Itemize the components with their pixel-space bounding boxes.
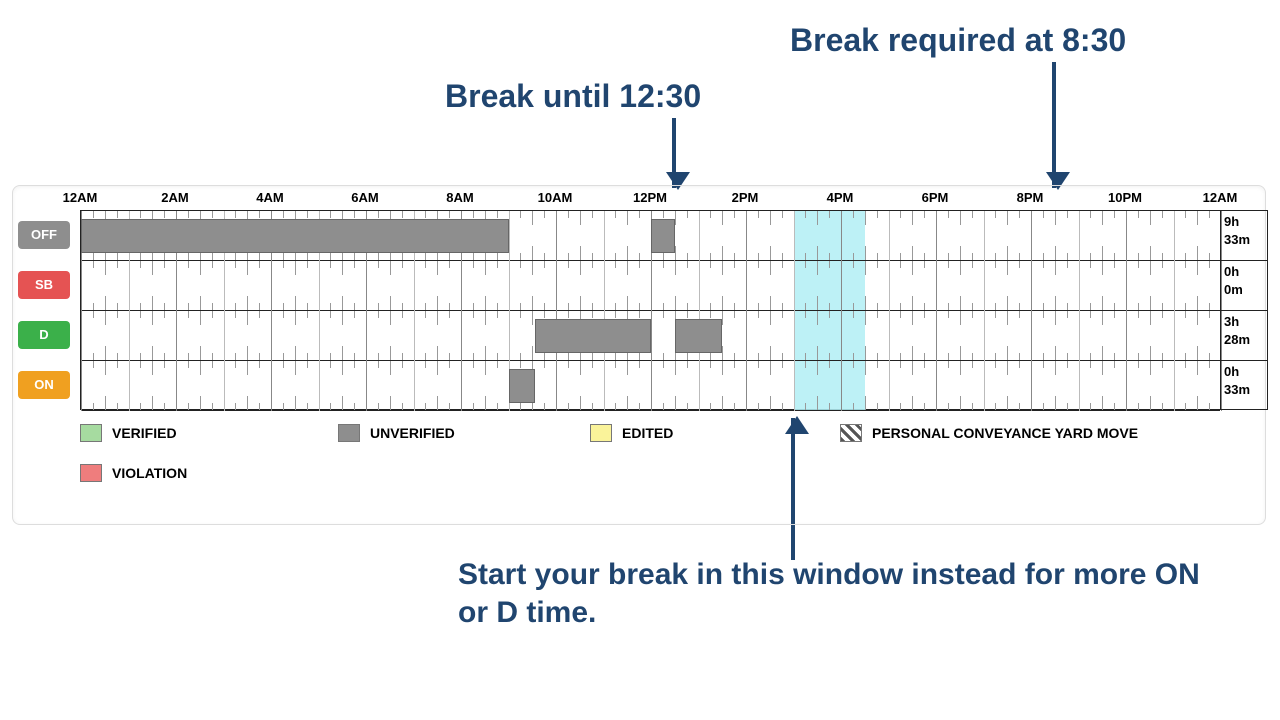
- total-d: 3h28m: [1221, 311, 1267, 361]
- legend-edited: EDITED: [590, 424, 673, 442]
- legend-verified: VERIFIED: [80, 424, 177, 442]
- hour-label: 10PM: [1108, 190, 1142, 205]
- row-label-sb: SB: [18, 271, 70, 299]
- swatch-unverified: [338, 424, 360, 442]
- hour-label: 12PM: [633, 190, 667, 205]
- legend-unverified: UNVERIFIED: [338, 424, 455, 442]
- hour-label: 2AM: [161, 190, 188, 205]
- swatch-edited: [590, 424, 612, 442]
- hour-label: 2PM: [732, 190, 759, 205]
- legend-violation: VIOLATION: [80, 464, 187, 482]
- arrow-break-until: [672, 118, 676, 188]
- x-axis-labels: 12AM2AM4AM6AM8AM10AM12PM2PM4PM6PM8PM10PM…: [80, 190, 1220, 208]
- totals-column: 9h33m 0h0m 3h28m 0h33m: [1220, 210, 1268, 410]
- hour-label: 4AM: [256, 190, 283, 205]
- duty-block-d: [675, 319, 723, 353]
- annotation-break-required: Break required at 8:30: [790, 22, 1126, 59]
- total-sb: 0h0m: [1221, 261, 1267, 311]
- duty-block-off: [81, 219, 509, 253]
- hour-label: 12AM: [1203, 190, 1238, 205]
- hour-label: 8AM: [446, 190, 473, 205]
- row-label-on: ON: [18, 371, 70, 399]
- hour-label: 6PM: [922, 190, 949, 205]
- total-on: 0h33m: [1221, 361, 1267, 411]
- hour-label: 10AM: [538, 190, 573, 205]
- arrow-break-required: [1052, 62, 1056, 188]
- hour-label: 6AM: [351, 190, 378, 205]
- hour-label: 8PM: [1017, 190, 1044, 205]
- annotation-start-break-window: Start your break in this window instead …: [458, 556, 1218, 631]
- timeline-grid: [80, 210, 1220, 410]
- swatch-violation: [80, 464, 102, 482]
- swatch-verified: [80, 424, 102, 442]
- hour-label: 4PM: [827, 190, 854, 205]
- duty-block-on: [509, 369, 535, 403]
- swatch-personal-conveyance: [840, 424, 862, 442]
- legend-personal-conveyance: PERSONAL CONVEYANCE YARD MOVE: [840, 424, 1170, 442]
- total-off: 9h33m: [1221, 211, 1267, 261]
- hour-label: 12AM: [63, 190, 98, 205]
- duty-block-off: [651, 219, 675, 253]
- row-label-off: OFF: [18, 221, 70, 249]
- annotation-break-until: Break until 12:30: [445, 78, 701, 115]
- row-label-d: D: [18, 321, 70, 349]
- duty-block-d: [535, 319, 651, 353]
